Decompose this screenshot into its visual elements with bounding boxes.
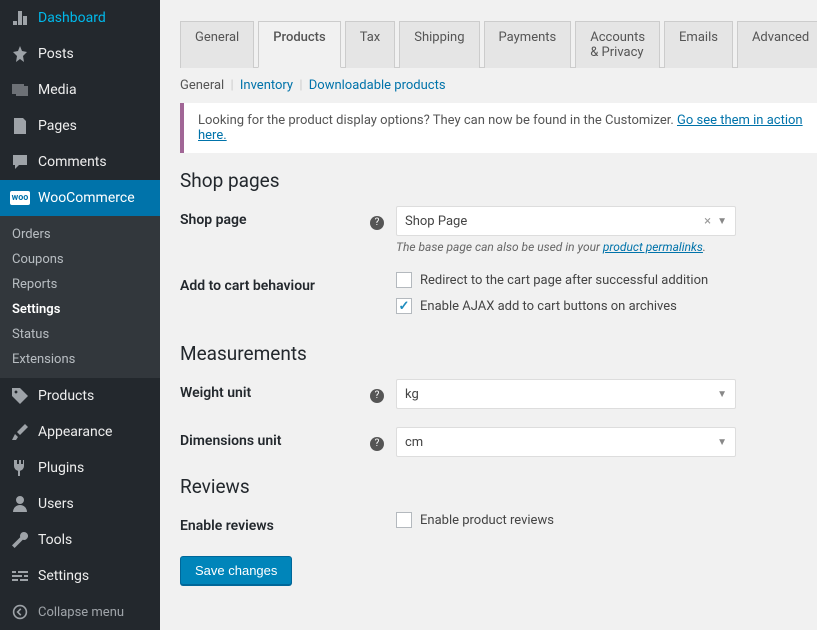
dimensions-unit-label: Dimensions unit [180,427,370,449]
reviews-heading: Reviews [180,475,817,498]
sidebar-item-pages[interactable]: Pages [0,108,160,144]
add-to-cart-label: Add to cart behaviour [180,272,370,294]
shop-page-value: Shop Page [405,214,704,229]
submenu-item-reports[interactable]: Reports [0,272,160,297]
collapse-menu-button[interactable]: Collapse menu [0,594,160,630]
chevron-down-icon: ▼ [717,437,727,448]
sidebar-item-media[interactable]: Media [0,72,160,108]
sidebar-item-label: Appearance [38,424,112,440]
sidebar-item-users[interactable]: Users [0,486,160,522]
sidebar-item-settings[interactable]: Settings [0,558,160,594]
shop-page-label: Shop page [180,206,370,228]
weight-unit-select[interactable]: kg ▼ [396,379,736,409]
sidebar-item-woocommerce[interactable]: woo WooCommerce [0,180,160,216]
help-icon[interactable]: ? [370,389,384,403]
tab-shipping[interactable]: Shipping [399,21,479,68]
enable-reviews-option-label: Enable product reviews [420,513,554,528]
sidebar-item-label: Tools [38,532,72,548]
tab-general[interactable]: General [180,21,254,68]
sidebar-item-label: Dashboard [38,10,106,26]
collapse-icon [10,602,30,622]
dimensions-unit-select[interactable]: cm ▼ [396,427,736,457]
help-icon[interactable]: ? [370,437,384,451]
sidebar-item-posts[interactable]: Posts [0,36,160,72]
sidebar-item-label: Settings [38,568,89,584]
sidebar-item-label: Plugins [38,460,84,476]
comment-icon [10,152,30,172]
sidebar-item-label: Posts [38,46,74,62]
submenu-item-settings[interactable]: Settings [0,297,160,322]
sidebar-item-label: Comments [38,154,107,170]
shop-pages-heading: Shop pages [180,169,817,192]
customizer-notice: Looking for the product display options?… [180,103,817,153]
ajax-add-to-cart-checkbox[interactable] [396,298,412,314]
brush-icon [10,422,30,442]
sidebar-item-label: Pages [38,118,77,134]
subtab-inventory[interactable]: Inventory [240,78,293,93]
sidebar-item-label: Users [38,496,74,512]
products-subtabs: General | Inventory | Downloadable produ… [180,68,817,99]
main-content: General Products Tax Shipping Payments A… [160,0,817,630]
shop-page-select[interactable]: Shop Page × ▼ [396,206,736,236]
admin-sidebar: Dashboard Posts Media Pages Comments woo… [0,0,160,630]
dimensions-unit-value: cm [405,435,717,450]
page-icon [10,116,30,136]
submenu-item-status[interactable]: Status [0,322,160,347]
sidebar-item-dashboard[interactable]: Dashboard [0,0,160,36]
tag-icon [10,386,30,406]
collapse-label: Collapse menu [38,605,124,620]
permalinks-link[interactable]: product permalinks [603,240,703,254]
redirect-cart-checkbox[interactable] [396,272,412,288]
woocommerce-submenu: Orders Coupons Reports Settings Status E… [0,216,160,378]
sidebar-item-label: WooCommerce [38,190,135,206]
tab-products[interactable]: Products [258,21,340,68]
save-changes-button[interactable]: Save changes [180,556,292,585]
chevron-down-icon: ▼ [717,216,727,227]
submenu-item-coupons[interactable]: Coupons [0,247,160,272]
woocommerce-icon: woo [10,188,30,208]
tab-tax[interactable]: Tax [345,21,396,68]
tab-accounts-privacy[interactable]: Accounts & Privacy [575,21,660,68]
help-icon[interactable]: ? [370,216,384,230]
pin-icon [10,44,30,64]
chevron-down-icon: ▼ [717,389,727,400]
tab-payments[interactable]: Payments [484,21,572,68]
ajax-add-to-cart-label: Enable AJAX add to cart buttons on archi… [420,299,677,314]
dashboard-icon [10,8,30,28]
enable-reviews-label: Enable reviews [180,512,370,534]
sidebar-item-comments[interactable]: Comments [0,144,160,180]
submenu-item-orders[interactable]: Orders [0,222,160,247]
sidebar-item-plugins[interactable]: Plugins [0,450,160,486]
media-icon [10,80,30,100]
sidebar-item-products[interactable]: Products [0,378,160,414]
plug-icon [10,458,30,478]
settings-tabs: General Products Tax Shipping Payments A… [180,20,817,68]
shop-page-hint: The base page can also be used in your p… [396,240,736,254]
notice-text: Looking for the product display options?… [198,113,677,128]
sidebar-item-tools[interactable]: Tools [0,522,160,558]
redirect-cart-label: Redirect to the cart page after successf… [420,273,708,288]
tab-advanced[interactable]: Advanced [737,21,817,68]
tab-emails[interactable]: Emails [664,21,733,68]
user-icon [10,494,30,514]
sidebar-item-label: Products [38,388,94,404]
wrench-icon [10,530,30,550]
subtab-downloadable[interactable]: Downloadable products [309,78,446,93]
sidebar-item-label: Media [38,82,77,98]
weight-unit-label: Weight unit [180,379,370,401]
subtab-general[interactable]: General [180,78,224,93]
submenu-item-extensions[interactable]: Extensions [0,347,160,372]
weight-unit-value: kg [405,387,717,402]
sidebar-item-appearance[interactable]: Appearance [0,414,160,450]
measurements-heading: Measurements [180,342,817,365]
enable-reviews-checkbox[interactable] [396,512,412,528]
clear-icon[interactable]: × [704,214,711,229]
sliders-icon [10,566,30,586]
